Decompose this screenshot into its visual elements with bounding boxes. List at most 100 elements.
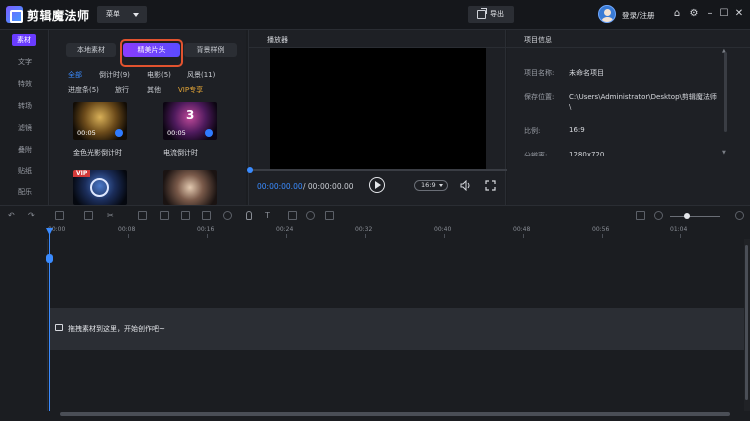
tick-label: 00:24 [276,226,294,233]
category-vip[interactable]: VIP专享 [178,85,203,95]
fullscreen-icon[interactable] [485,180,496,191]
nav-item-transitions[interactable]: 转场 [10,101,40,111]
volume-icon[interactable] [460,180,471,191]
nav-item-filters[interactable]: 滤镜 [10,123,40,133]
overlay-track[interactable] [49,239,744,308]
scroll-down-icon[interactable]: ▼ [722,150,726,156]
vip-badge: VIP [73,170,91,177]
tick-mark [286,234,287,238]
maximize-icon[interactable]: ☐ [718,8,730,20]
nav-item-effects[interactable]: 特效 [10,79,40,89]
save-location-value: C:\Users\Administrator\Desktop\剪辑魔法师 [569,93,717,101]
video-icon [55,324,63,331]
left-nav: 素材 文字 特效 转场 滤镜 叠附 贴纸 配乐 [0,30,49,205]
project-name-value: 未命名项目 [569,69,604,77]
nav-item-overlay[interactable]: 叠附 [10,145,40,155]
category-scenery[interactable]: 风景(11) [187,70,215,80]
tick-mark [602,234,603,238]
timeline-ruler[interactable]: 00:00 00:08 00:16 00:24 00:32 00:40 00:4… [0,225,750,239]
menu-button[interactable]: 菜单 [97,6,147,23]
duration: 00:05 [167,129,186,137]
resolution-value: 1280x720 [569,151,605,156]
category-other[interactable]: 其他 [147,85,161,95]
category-progress-bar[interactable]: 进度条(5) [68,85,99,95]
zoom-out-icon[interactable] [654,211,663,220]
login-link[interactable]: 登录/注册 [622,10,655,21]
tick-mark [680,234,681,238]
nav-item-text[interactable]: 文字 [10,57,40,67]
scrollbar[interactable] [724,52,727,132]
record-icon[interactable] [306,211,315,220]
text-to-speech-icon[interactable]: T [265,211,274,220]
ratio-label: 比例: [524,127,541,135]
mosaic-icon[interactable] [181,211,190,220]
video-preview[interactable] [270,48,486,169]
material-label: 金色光影倒计时 [73,149,122,157]
split-icon[interactable]: ✂ [107,211,116,220]
track-headers [0,239,48,411]
zoom-in-icon[interactable] [735,211,744,220]
timeline-toolbar: ↶ ↷ ✂ T [0,205,750,225]
playhead-marker[interactable] [46,254,53,263]
close-icon[interactable]: ✕ [733,8,745,20]
freeze-frame-icon[interactable] [202,211,211,220]
nav-item-music[interactable]: 配乐 [10,187,40,197]
speed-icon[interactable] [223,211,232,220]
category-travel[interactable]: 旅行 [115,85,129,95]
app-name: 剪辑魔法师 [27,9,90,23]
material-thumb-4[interactable] [163,170,217,205]
tick-mark [523,234,524,238]
fit-timeline-icon[interactable] [636,211,645,220]
tick-label: 00:40 [434,226,452,233]
download-icon[interactable] [115,129,123,137]
undo-icon[interactable]: ↶ [8,211,17,220]
category-all[interactable]: 全部 [68,70,82,80]
export-button[interactable]: 导出 [468,6,514,23]
crop-icon[interactable] [138,211,147,220]
delete-icon[interactable] [55,211,64,220]
horizontal-scrollbar[interactable] [60,412,730,416]
zoom-slider[interactable] [670,216,720,217]
minimize-icon[interactable]: – [704,8,716,20]
nav-item-material[interactable]: 素材 [12,34,36,46]
zoom-knob[interactable] [684,213,690,219]
audio-track[interactable] [49,350,744,409]
tab-background-samples[interactable]: 背景样例 [184,43,237,57]
material-thumb-vip[interactable]: VIP [73,170,127,205]
nav-item-stickers[interactable]: 贴纸 [10,166,40,176]
circle-countdown-icon [90,178,109,197]
rotate-icon[interactable] [160,211,169,220]
chevron-down-icon [133,13,139,17]
redo-icon[interactable]: ↷ [28,211,37,220]
ratio-value: 16:9 [421,181,436,189]
music-icon[interactable] [288,211,297,220]
home-icon[interactable]: ⌂ [671,8,683,20]
edit-icon[interactable] [84,211,93,220]
app-logo-icon [6,6,23,23]
save-location-label: 保存位置: [524,93,555,101]
export-icon [477,8,487,19]
settings-icon[interactable]: ⚙ [688,8,700,20]
play-button[interactable] [369,177,385,193]
category-movie[interactable]: 电影(5) [147,70,171,80]
avatar[interactable] [598,5,616,23]
category-countdown[interactable]: 倒计时(9) [99,70,130,80]
tab-local-material[interactable]: 本地素材 [66,43,116,57]
vertical-scrollbar[interactable] [745,245,748,400]
screen-icon[interactable] [325,211,334,220]
tick-label: 00:32 [355,226,373,233]
duration: 00:05 [77,129,96,137]
highlight-annotation [120,39,183,67]
material-thumb-electric-countdown[interactable]: 3 00:05 [163,102,217,140]
countdown-digit-icon: 3 [186,108,195,122]
title-bar: 剪辑魔法师 菜单 导出 登录/注册 ⌂ ⚙ – ☐ ✕ [0,0,750,30]
tick-mark [444,234,445,238]
download-icon[interactable] [205,129,213,137]
resolution-label: 分辨率: [524,152,548,156]
progress-track[interactable] [249,169,507,171]
ratio-select[interactable]: 16:9 [414,180,448,191]
material-thumb-gold-countdown[interactable]: 00:05 [73,102,127,140]
progress-knob[interactable] [247,167,253,173]
time-total: / 00:00:00.00 [303,182,354,191]
microphone-icon[interactable] [246,211,252,220]
